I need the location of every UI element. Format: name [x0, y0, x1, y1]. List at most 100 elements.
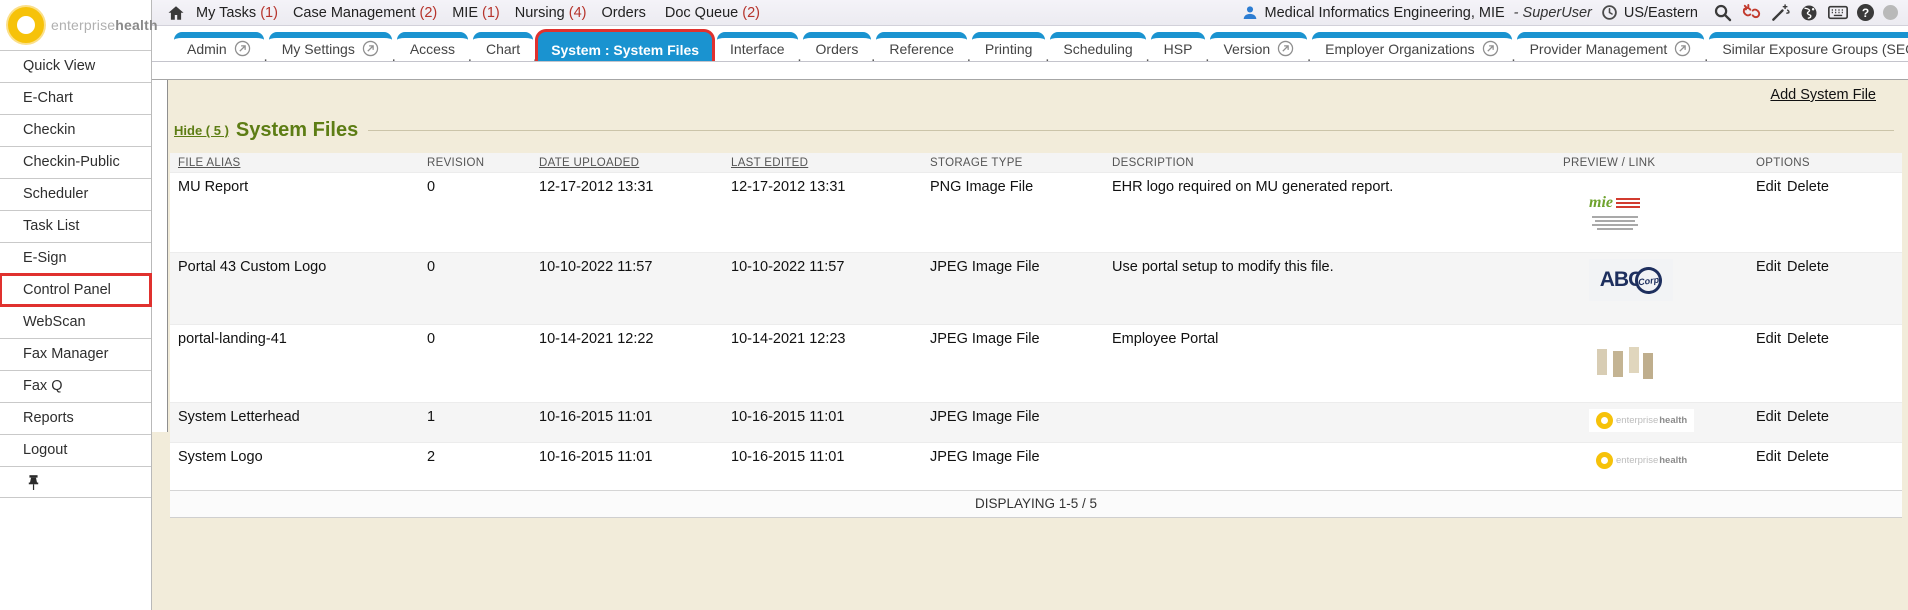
column-header[interactable]: LAST EDITED	[723, 153, 922, 173]
cell-storage-type: PNG Image File	[922, 173, 1104, 253]
delete-link[interactable]: Delete	[1787, 179, 1829, 195]
sidebar-item[interactable]: Checkin-Public	[0, 146, 151, 178]
preview-thumbnail[interactable]: mie	[1589, 179, 1640, 246]
tab[interactable]: Similar Exposure Groups (SEG	[1709, 32, 1908, 61]
sidebar-pin-row[interactable]	[0, 466, 151, 498]
tab[interactable]: My Settings	[269, 32, 392, 61]
add-system-file-link[interactable]: Add System File	[1770, 87, 1876, 103]
tab[interactable]: HSP	[1151, 32, 1206, 61]
cell-description: Employee Portal	[1104, 325, 1555, 403]
sidebar-item[interactable]: Fax Q	[0, 370, 151, 402]
table-row: Portal 43 Custom Logo 0 10-10-2022 11:57…	[170, 253, 1902, 325]
tab[interactable]: Access	[397, 32, 468, 61]
nav-count-badge: (2)	[419, 5, 437, 21]
cell-options: Edit Delete	[1748, 443, 1902, 491]
sidebar-item[interactable]: Checkin	[0, 114, 151, 146]
delete-link[interactable]: Delete	[1787, 259, 1829, 275]
cell-options: Edit Delete	[1748, 403, 1902, 443]
popout-icon[interactable]	[1674, 40, 1691, 57]
sidebar-item[interactable]: Reports	[0, 402, 151, 434]
topbar-nav-item[interactable]: My Tasks (1)	[196, 5, 278, 21]
enterprise-health-logo-preview: enterprise health	[1589, 449, 1694, 472]
keyboard-icon[interactable]	[1828, 3, 1848, 23]
tab[interactable]: Provider Management	[1517, 32, 1705, 61]
cell-file-alias: System Letterhead	[170, 403, 419, 443]
preview-thumbnail[interactable]: enterprise health	[1589, 409, 1694, 432]
sidebar-item[interactable]: WebScan	[0, 306, 151, 338]
presence-icon	[1883, 5, 1898, 20]
sidebar-item[interactable]: Logout	[0, 434, 151, 466]
topbar-nav-item[interactable]: Case Management (2)	[293, 5, 437, 21]
globe-icon[interactable]	[1799, 3, 1819, 23]
edit-link[interactable]: Edit	[1756, 259, 1781, 275]
sidebar-item[interactable]: Task List	[0, 210, 151, 242]
popout-icon[interactable]	[362, 40, 379, 57]
tab[interactable]: Scheduling	[1050, 32, 1145, 61]
sidebar-item[interactable]: E-Sign	[0, 242, 151, 274]
tab[interactable]: Printing	[972, 32, 1045, 61]
edit-link[interactable]: Edit	[1756, 331, 1781, 347]
edit-link[interactable]: Edit	[1756, 449, 1781, 465]
sun-logo-icon	[1596, 452, 1613, 469]
cell-date-uploaded: 10-14-2021 12:22	[531, 325, 723, 403]
timezone-display[interactable]: US/Eastern	[1600, 3, 1698, 23]
topbar-nav-item[interactable]: MIE (1)	[452, 5, 500, 21]
wand-icon[interactable]	[1770, 3, 1790, 23]
column-header[interactable]: FILE ALIAS	[170, 153, 419, 173]
popout-icon[interactable]	[1482, 40, 1499, 57]
table-row: portal-landing-41 0 10-14-2021 12:22 10-…	[170, 325, 1902, 403]
edit-link[interactable]: Edit	[1756, 179, 1781, 195]
sidebar-item[interactable]: E-Chart	[0, 82, 151, 114]
tab[interactable]: System : System Files	[538, 32, 712, 61]
sidebar-item[interactable]: Quick View	[0, 50, 151, 82]
app-window: enterprisehealth Quick ViewE-ChartChecki…	[0, 0, 1908, 610]
cell-preview	[1555, 325, 1748, 403]
enterprise-health-logo-preview: enterprise health	[1589, 409, 1694, 432]
delete-link[interactable]: Delete	[1787, 331, 1829, 347]
tab[interactable]: Chart	[473, 32, 533, 61]
preview-thumbnail[interactable]: enterprise health	[1589, 449, 1694, 472]
home-icon[interactable]	[166, 3, 186, 23]
delete-link[interactable]: Delete	[1787, 409, 1829, 425]
popout-icon[interactable]	[234, 40, 251, 57]
column-header: DESCRIPTION	[1104, 153, 1555, 173]
cell-options: Edit Delete	[1748, 325, 1902, 403]
nav-count-badge: (4)	[569, 5, 587, 21]
tab[interactable]: Orders	[803, 32, 872, 61]
title-rule	[368, 130, 1894, 131]
sun-logo-icon	[8, 7, 44, 43]
edit-link[interactable]: Edit	[1756, 409, 1781, 425]
tab[interactable]: Interface	[717, 32, 797, 61]
sidebar-item[interactable]: Fax Manager	[0, 338, 151, 370]
user-context[interactable]: Medical Informatics Engineering, MIE - S…	[1240, 3, 1592, 23]
cell-last-edited: 10-10-2022 11:57	[723, 253, 922, 325]
sidebar-item[interactable]: Control Panel	[0, 274, 151, 306]
broken-link-icon[interactable]	[1741, 3, 1761, 23]
tab[interactable]: Employer Organizations	[1312, 32, 1511, 61]
column-header: PREVIEW / LINK	[1555, 153, 1748, 173]
topbar-nav: My Tasks (1) Case Management (2) MIE (1) Nu…	[196, 5, 775, 21]
sidebar-item[interactable]: Scheduler	[0, 178, 151, 210]
tab[interactable]: Reference	[876, 32, 967, 61]
cell-description	[1104, 403, 1555, 443]
topbar-nav-item[interactable]: Nursing (4)	[515, 5, 587, 21]
search-icon[interactable]	[1712, 3, 1732, 23]
cell-description	[1104, 443, 1555, 491]
help-icon[interactable]: ?	[1857, 4, 1874, 21]
table-footer-row: DISPLAYING 1-5 / 5	[170, 491, 1902, 518]
cell-preview: ABC Corp	[1555, 253, 1748, 325]
clock-icon	[1600, 3, 1620, 23]
delete-link[interactable]: Delete	[1787, 449, 1829, 465]
column-header[interactable]: DATE UPLOADED	[531, 153, 723, 173]
topbar-nav-item[interactable]: Orders	[602, 5, 650, 21]
topbar-nav-item[interactable]: Doc Queue (2)	[665, 5, 760, 21]
preview-thumbnail[interactable]: ABC Corp	[1589, 259, 1673, 301]
hide-toggle-link[interactable]: Hide ( 5 )	[174, 123, 229, 138]
pushpin-icon[interactable]	[23, 472, 43, 492]
tab[interactable]: Admin	[174, 32, 264, 61]
popout-icon[interactable]	[1277, 40, 1294, 57]
tab[interactable]: Version	[1210, 32, 1307, 61]
column-header: REVISION	[419, 153, 531, 173]
cell-revision: 0	[419, 325, 531, 403]
cell-storage-type: JPEG Image File	[922, 403, 1104, 443]
